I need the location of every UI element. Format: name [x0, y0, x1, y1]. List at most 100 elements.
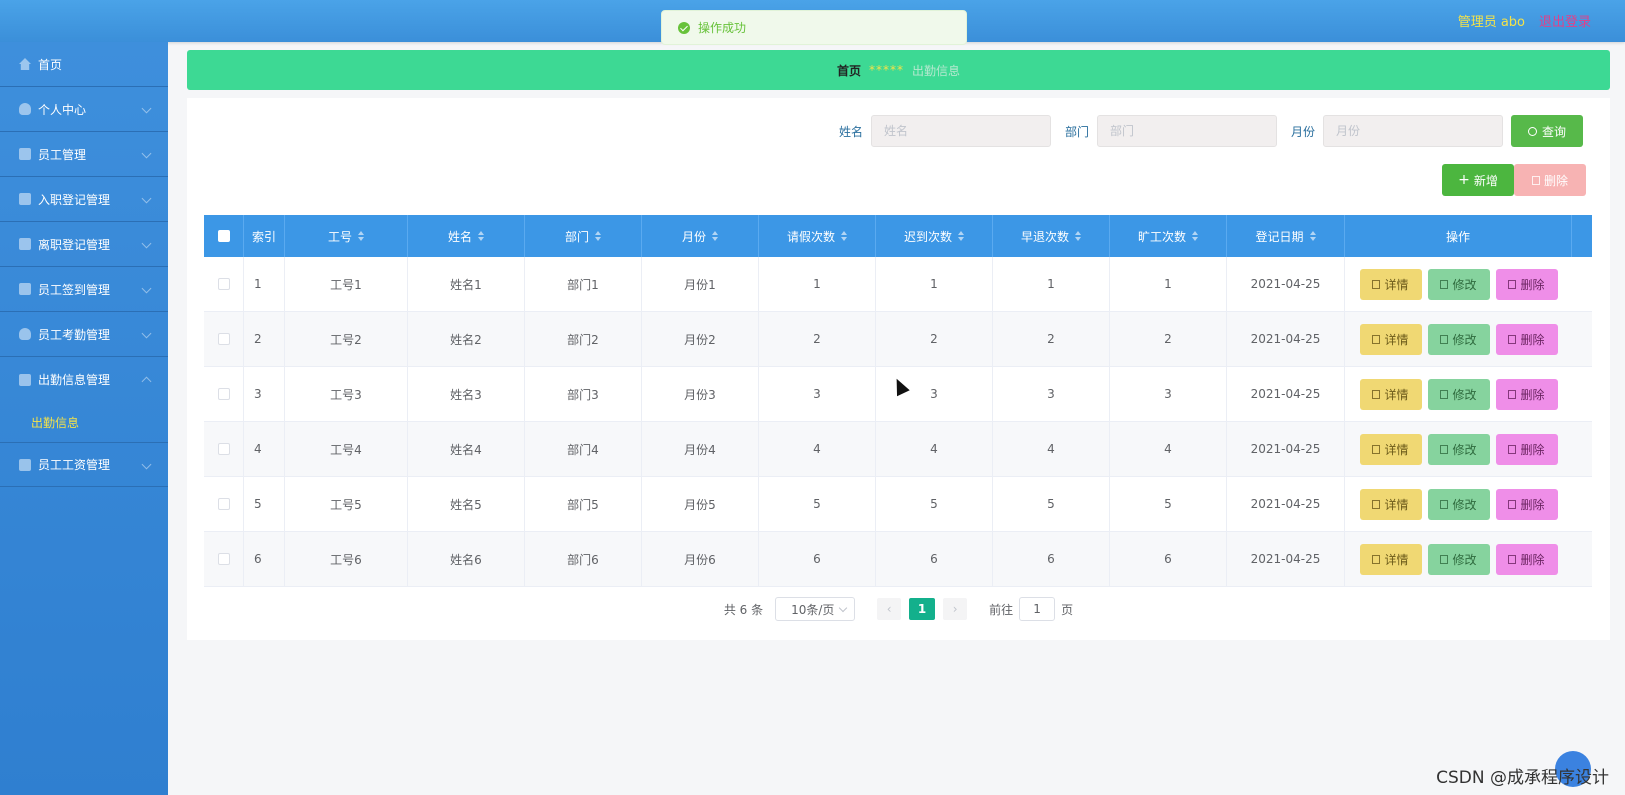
row-checkbox[interactable]: [217, 443, 230, 455]
edit-button[interactable]: 修改: [1427, 323, 1490, 355]
table-row: 6 工号6 姓名6 部门6 月份6 6 6 6 6 2021-04-25 详情 修改 删除: [204, 532, 1592, 587]
select-all-checkbox[interactable]: [217, 230, 230, 242]
goto-page-input[interactable]: 1: [1019, 597, 1056, 621]
table-cell: 6: [993, 532, 1110, 586]
delete-button[interactable]: 删除: [1495, 433, 1558, 465]
table-cell: 月份4: [642, 422, 759, 476]
sort-icon[interactable]: [1309, 231, 1316, 241]
column-header-sortable[interactable]: 月份: [642, 215, 759, 257]
sort-icon[interactable]: [358, 231, 364, 241]
sidebar-item-attendance-info[interactable]: 出勤信息管理: [0, 357, 168, 402]
sort-icon[interactable]: [958, 231, 964, 241]
table-cell: 3: [759, 367, 876, 421]
detail-button[interactable]: 详情: [1359, 488, 1422, 520]
table-cell: 3: [1110, 367, 1227, 421]
delete-label: 删除: [1520, 442, 1545, 457]
add-button[interactable]: + 新增: [1442, 164, 1514, 196]
sort-icon[interactable]: [712, 231, 718, 241]
row-checkbox[interactable]: [217, 553, 230, 565]
row-checkbox[interactable]: [217, 333, 230, 345]
delete-button[interactable]: 删除: [1495, 268, 1558, 300]
month-input[interactable]: 月份: [1323, 115, 1503, 147]
row-actions: 详情 修改 删除: [1345, 422, 1572, 476]
detail-button[interactable]: 详情: [1359, 323, 1422, 355]
edit-button[interactable]: 修改: [1427, 433, 1490, 465]
next-page-button[interactable]: ›: [943, 598, 968, 620]
delete-button[interactable]: 删除: [1495, 378, 1558, 410]
sidebar-subitem-attendance-info[interactable]: 出勤信息: [0, 402, 168, 442]
sort-icon[interactable]: [595, 231, 601, 241]
cell-index: 3: [244, 367, 285, 421]
column-header-sortable[interactable]: 工号: [285, 215, 408, 257]
batch-delete-button[interactable]: 删除: [1514, 164, 1586, 196]
sidebar-item-label: 离职登记管理: [38, 237, 111, 252]
pencil-icon: [1440, 444, 1449, 454]
column-header-sortable[interactable]: 部门: [525, 215, 642, 257]
table-cell: 6: [1110, 532, 1227, 586]
sidebar-item-checkin[interactable]: 员工签到管理: [0, 267, 168, 312]
trash-icon: [1508, 389, 1517, 399]
column-header-sortable[interactable]: 请假次数: [759, 215, 876, 257]
row-checkbox[interactable]: [217, 498, 230, 510]
edit-button[interactable]: 修改: [1427, 543, 1490, 575]
trash-icon: [1508, 499, 1517, 509]
column-header-sortable[interactable]: 早退次数: [993, 215, 1110, 257]
table-cell: 2021-04-25: [1227, 257, 1345, 311]
sort-icon[interactable]: [1075, 231, 1081, 241]
table-cell: 2021-04-25: [1227, 532, 1345, 586]
breadcrumb-home[interactable]: 首页: [837, 62, 861, 79]
sidebar-item-onboarding[interactable]: 入职登记管理: [0, 177, 168, 222]
edit-button[interactable]: 修改: [1427, 268, 1490, 300]
chevron-down-icon: [141, 148, 152, 159]
table-cell: 部门6: [525, 532, 642, 586]
delete-button[interactable]: 删除: [1495, 488, 1558, 520]
detail-label: 详情: [1384, 332, 1409, 347]
sidebar-item-label: 个人中心: [38, 102, 87, 117]
sidebar-item-staff[interactable]: 员工管理: [0, 132, 168, 177]
breadcrumb-separator: *****: [869, 63, 904, 77]
table-cell: 工号5: [285, 477, 408, 531]
prev-page-button[interactable]: ‹: [877, 598, 902, 620]
delete-button[interactable]: 删除: [1495, 323, 1558, 355]
sidebar-item-home[interactable]: 首页: [0, 42, 168, 87]
table-cell: 月份5: [642, 477, 759, 531]
delete-button[interactable]: 删除: [1495, 543, 1558, 575]
column-header-sortable[interactable]: 迟到次数: [876, 215, 993, 257]
edit-button[interactable]: 修改: [1427, 378, 1490, 410]
breadcrumb: 首页 ***** 出勤信息: [187, 50, 1610, 90]
dept-input[interactable]: 部门: [1096, 115, 1277, 147]
detail-button[interactable]: 详情: [1359, 378, 1422, 410]
logout-link[interactable]: 退出登录: [1539, 11, 1591, 30]
row-checkbox[interactable]: [217, 388, 230, 400]
row-checkbox[interactable]: [217, 278, 230, 290]
sort-icon[interactable]: [1192, 231, 1198, 241]
sidebar-item-salary[interactable]: 员工工资管理: [0, 442, 168, 487]
check-circle-icon: [678, 21, 690, 34]
document-icon: [1372, 279, 1381, 289]
delete-label: 删除: [1520, 332, 1545, 347]
trash-icon: [1531, 175, 1540, 185]
sidebar-item-attendance-check[interactable]: 员工考勤管理: [0, 312, 168, 357]
detail-button[interactable]: 详情: [1359, 268, 1422, 300]
column-header-sortable[interactable]: 旷工次数: [1110, 215, 1227, 257]
query-button[interactable]: 查询: [1511, 115, 1583, 147]
name-input[interactable]: 姓名: [870, 115, 1051, 147]
sort-icon[interactable]: [841, 231, 847, 241]
table-cell: 4: [876, 422, 993, 476]
detail-button[interactable]: 详情: [1359, 543, 1422, 575]
table-cell: 6: [759, 532, 876, 586]
edit-button[interactable]: 修改: [1427, 488, 1490, 520]
sort-icon[interactable]: [478, 231, 484, 241]
sidebar-item-personal-center[interactable]: 个人中心: [0, 87, 168, 132]
attendance-table: 索引 工号 姓名 部门 月份 请假次数 迟到次数 早退次数 旷工次数 登记日期 …: [204, 215, 1592, 587]
column-header-sortable[interactable]: 姓名: [408, 215, 525, 257]
page-size-select[interactable]: 10条/页: [775, 597, 856, 621]
table-cell: 1: [993, 257, 1110, 311]
edit-label: 修改: [1452, 497, 1477, 512]
sidebar-item-resignation[interactable]: 离职登记管理: [0, 222, 168, 267]
detail-button[interactable]: 详情: [1359, 433, 1422, 465]
column-header-sortable[interactable]: 登记日期: [1227, 215, 1345, 257]
page-number-current[interactable]: 1: [909, 598, 936, 620]
edit-label: 修改: [1452, 332, 1477, 347]
table-cell: 5: [1110, 477, 1227, 531]
